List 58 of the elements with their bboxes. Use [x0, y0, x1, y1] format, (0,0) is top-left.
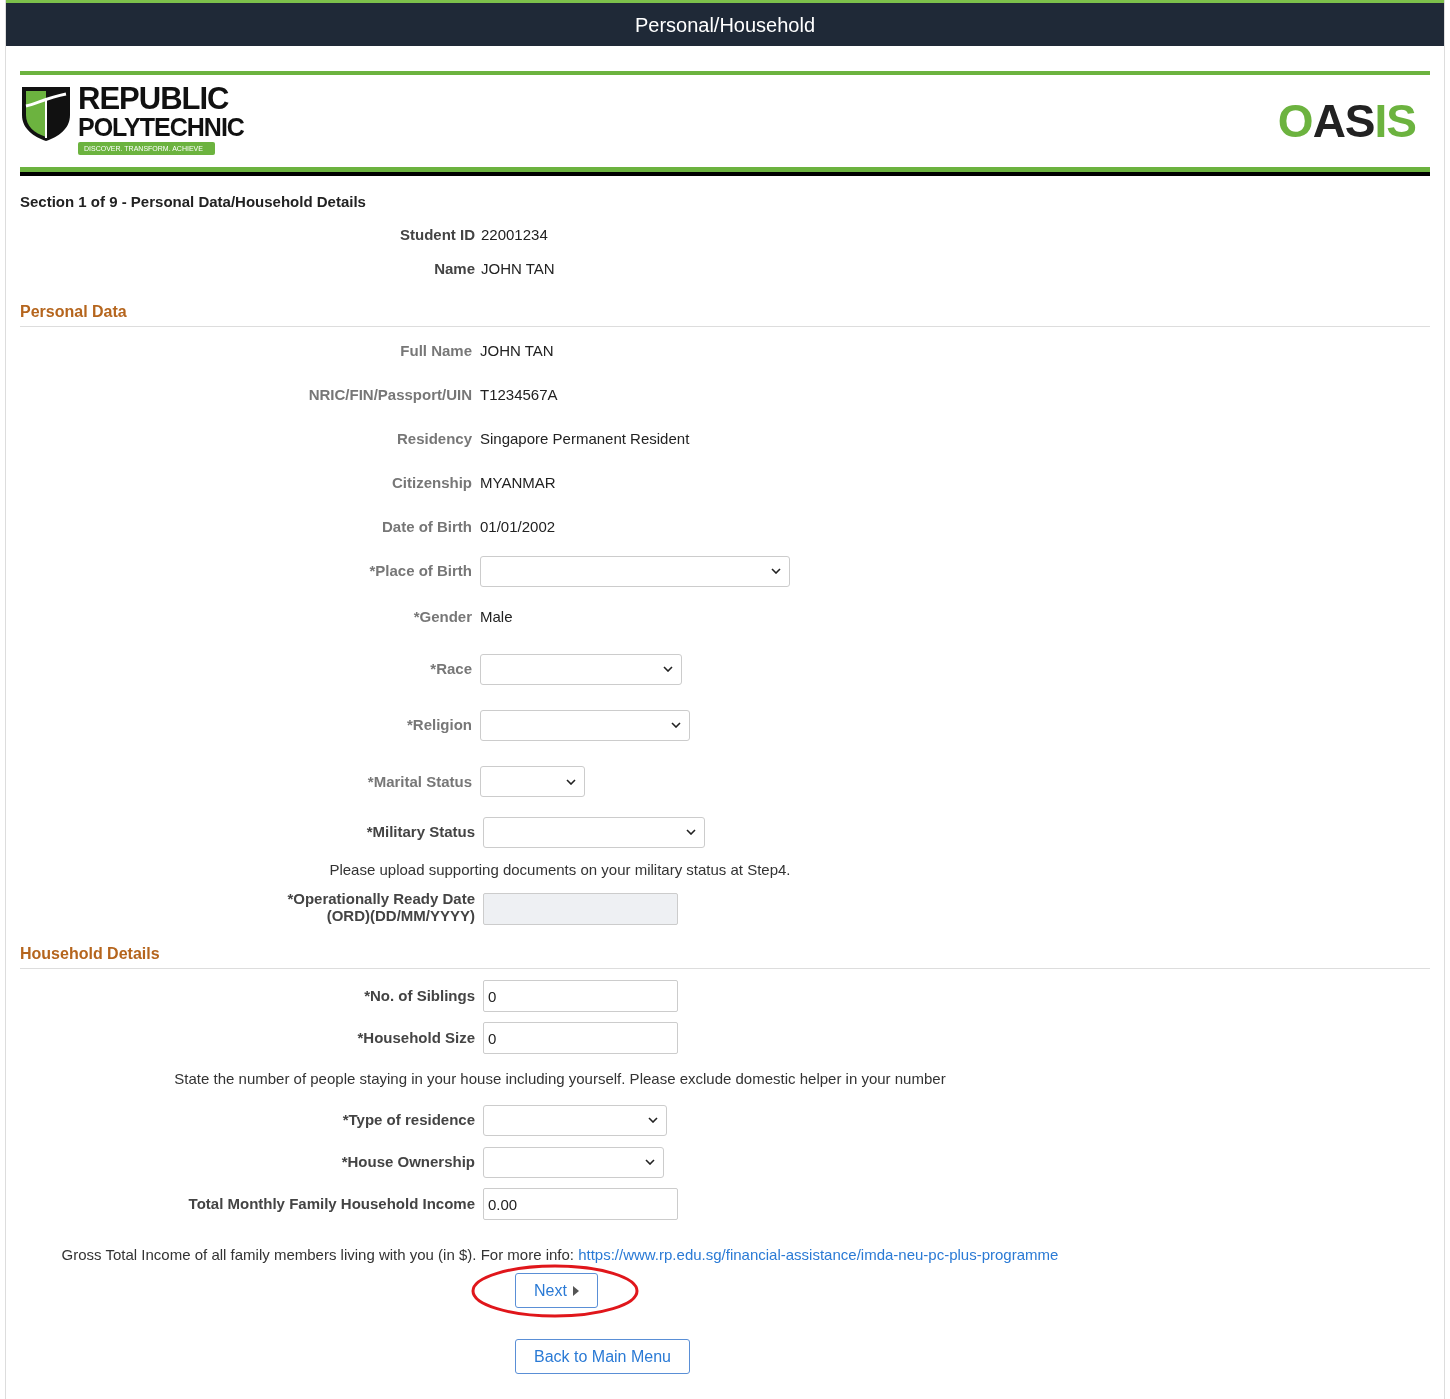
- field-label: *House Ownership: [341, 1153, 475, 1170]
- chevron-down-icon: [566, 778, 576, 785]
- field-label: *Gender: [413, 608, 472, 625]
- section-title: Section 1 of 9 - Personal Data/Household Details: [20, 193, 366, 210]
- back-button[interactable]: Back to Main Menu: [515, 1339, 690, 1374]
- chevron-down-icon: [648, 1117, 658, 1123]
- field-label: *Type of residence: [342, 1111, 475, 1128]
- field-label: *Marital Status: [367, 772, 472, 790]
- field-label: NRIC/FIN/Passport/UIN: [308, 386, 472, 403]
- dropdown-field[interactable]: [483, 816, 705, 848]
- input-field[interactable]: 0.00: [483, 1188, 678, 1220]
- section-heading: Household Details: [20, 945, 160, 962]
- info-link[interactable]: https://www.rp.edu.sg/financial-assistance/imda-neu-pc-plus-programme: [578, 1246, 1059, 1263]
- field-label: Full Name: [400, 342, 472, 359]
- field-label: *Household Size: [357, 1029, 475, 1046]
- dropdown-field[interactable]: [483, 1146, 664, 1178]
- helper-text: State the number of people staying in your house including yourself. Please exclude domestic helper in your number: [174, 1070, 946, 1087]
- app-logo: OASIS: [1277, 93, 1416, 149]
- chevron-down-icon: [663, 666, 673, 672]
- caret-right-icon: [572, 1285, 579, 1296]
- field-label: *Race: [430, 660, 472, 677]
- info-text: Gross Total Income of all family members living with you (in $). For more info: https://www.rp.edu.sg/financial-assistance/imda-neu-pc-plus-programme: [61, 1246, 1059, 1263]
- field-label: *Operationally Ready Date (ORD)(DD/MM/YYYY): [286, 890, 475, 924]
- field-label: Residency: [396, 430, 472, 447]
- chevron-down-icon: [645, 1159, 655, 1165]
- dropdown-field[interactable]: [480, 653, 682, 685]
- logo-wordmark: REPUBLIC: [78, 83, 229, 114]
- chevron-down-icon: [686, 829, 696, 835]
- chevron-down-icon: [671, 722, 681, 728]
- field-value: JOHN TAN: [480, 340, 554, 361]
- section-heading: Personal Data: [20, 303, 127, 320]
- dropdown-field[interactable]: [480, 555, 790, 587]
- field-label: *Religion: [407, 716, 472, 733]
- field-value: T1234567A: [480, 384, 558, 405]
- field-value: 22001234: [481, 224, 548, 245]
- logo-wordmark: POLYTECHNIC: [78, 113, 244, 140]
- helper-text: Please upload supporting documents on your military status at Step4.: [329, 861, 791, 878]
- field-label: *Place of Birth: [369, 562, 472, 579]
- field-value: MYANMAR: [480, 472, 556, 493]
- chevron-down-icon: [771, 568, 781, 574]
- field-value: JOHN TAN: [481, 258, 555, 279]
- dropdown-field[interactable]: [480, 709, 690, 741]
- dropdown-field[interactable]: [483, 1104, 667, 1136]
- field-label: Total Monthly Family Household Income: [188, 1195, 475, 1212]
- field-label: Date of Birth: [382, 518, 472, 535]
- page-title: Personal/Household: [634, 12, 816, 38]
- field-value: 01/01/2002: [480, 516, 556, 537]
- field-label: Student ID: [400, 226, 475, 243]
- field-label: *Military Status: [366, 823, 475, 840]
- field-label: Citizenship: [392, 474, 472, 491]
- dropdown-field[interactable]: [480, 766, 585, 797]
- field-label: Name: [434, 260, 475, 277]
- field-value: Singapore Permanent Resident: [480, 428, 690, 449]
- next-button[interactable]: Next: [515, 1273, 598, 1308]
- input-field[interactable]: 0: [483, 1022, 678, 1054]
- input-field[interactable]: 0: [483, 980, 678, 1012]
- field-label: *No. of Siblings: [364, 987, 475, 1004]
- field-value: Male: [480, 606, 513, 627]
